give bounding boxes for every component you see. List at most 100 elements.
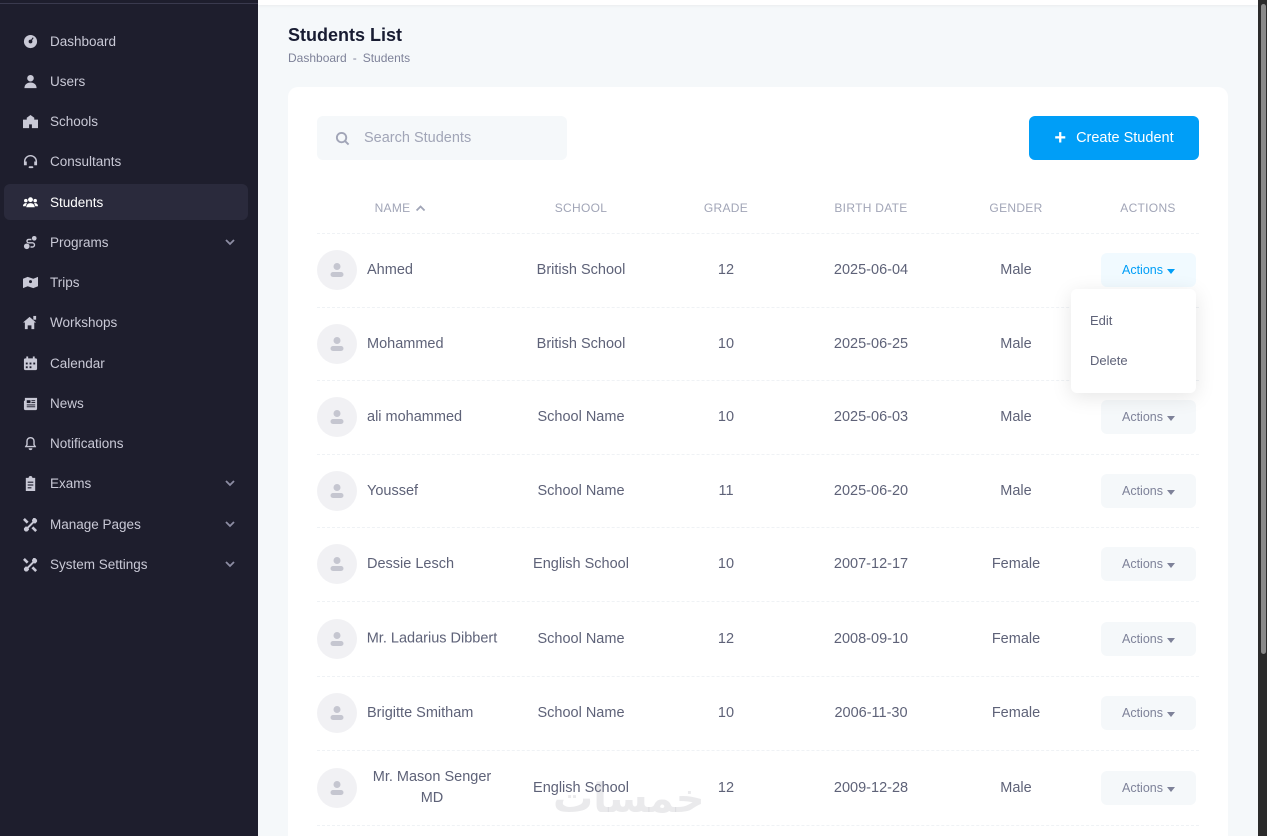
student-name[interactable]: Mohammed [367, 336, 444, 352]
breadcrumb-dashboard[interactable]: Dashboard [288, 51, 347, 65]
avatar [317, 397, 357, 437]
sidebar-item-manage-pages[interactable]: Manage Pages [4, 506, 248, 542]
sidebar-item-workshops[interactable]: Workshops [4, 304, 248, 340]
user-icon [22, 73, 38, 89]
avatar [317, 471, 357, 511]
student-grade: 10 [717, 409, 735, 425]
user-placeholder-icon [330, 781, 344, 795]
scrollbar[interactable] [1261, 4, 1266, 654]
header-bar [258, 0, 1258, 5]
sidebar-item-system-settings[interactable]: System Settings [4, 546, 248, 582]
user-placeholder-icon [330, 337, 344, 351]
column-header-actions: ACTIONS [1120, 201, 1176, 215]
actions-dropdown-menu: Edit Delete [1071, 289, 1196, 393]
sidebar-item-label: Manage Pages [50, 516, 141, 532]
sidebar-item-label: News [50, 395, 84, 411]
row-divider [317, 307, 1199, 308]
breadcrumb-separator: - [352, 51, 357, 65]
map-icon [22, 274, 38, 290]
student-name[interactable]: Brigitte Smitham [367, 705, 473, 721]
column-header-birth-date[interactable]: BIRTH DATE [834, 201, 907, 215]
menu-item-delete[interactable]: Delete [1090, 353, 1128, 368]
school-icon [22, 113, 38, 129]
actions-label: Actions [1122, 706, 1163, 720]
watermark: خمسات [553, 777, 705, 821]
actions-label: Actions [1122, 781, 1163, 795]
caret-down-icon [1167, 711, 1175, 717]
sidebar-item-trips[interactable]: Trips [4, 264, 248, 300]
student-gender: Female [991, 556, 1041, 572]
actions-button[interactable]: Actions [1101, 622, 1196, 656]
actions-button[interactable]: Actions [1101, 771, 1196, 805]
actions-button[interactable]: Actions [1101, 696, 1196, 730]
breadcrumb: Dashboard - Students [288, 51, 410, 65]
actions-label: Actions [1122, 263, 1163, 277]
sidebar-item-students[interactable]: Students [4, 184, 248, 220]
avatar [317, 619, 357, 659]
sidebar-item-notifications[interactable]: Notifications [4, 425, 248, 461]
chevron-down-icon[interactable] [224, 558, 236, 570]
student-gender: Male [1000, 262, 1032, 278]
student-name[interactable]: Mr. Ladarius Dibbert [362, 629, 502, 650]
sidebar-item-schools[interactable]: Schools [4, 103, 248, 139]
actions-label: Actions [1122, 557, 1163, 571]
user-placeholder-icon [330, 706, 344, 720]
student-birth-date: 2007-12-17 [833, 556, 909, 572]
sidebar-item-users[interactable]: Users [4, 63, 248, 99]
avatar [317, 544, 357, 584]
chevron-down-icon[interactable] [224, 477, 236, 489]
menu-item-edit[interactable]: Edit [1090, 313, 1112, 328]
user-placeholder-icon [330, 484, 344, 498]
actions-button[interactable]: Actions [1101, 474, 1196, 508]
plus-icon: + [1054, 127, 1067, 149]
sidebar-item-consultants[interactable]: Consultants [4, 143, 248, 179]
student-name[interactable]: ali mohammed [367, 409, 462, 425]
student-gender: Female [991, 631, 1041, 647]
students-card [288, 87, 1228, 836]
avatar [317, 250, 357, 290]
programs-icon [22, 234, 38, 250]
student-name[interactable]: Dessie Lesch [367, 556, 454, 572]
student-name[interactable]: Youssef [367, 483, 418, 499]
sidebar-item-news[interactable]: News [4, 385, 248, 421]
caret-down-icon [1167, 562, 1175, 568]
sidebar-item-exams[interactable]: Exams [4, 465, 248, 501]
column-header-grade[interactable]: GRADE [704, 201, 748, 215]
row-divider [317, 750, 1199, 751]
sidebar-divider [0, 3, 258, 4]
column-header-name[interactable]: NAME [375, 201, 426, 215]
student-grade: 12 [717, 631, 735, 647]
column-header-school[interactable]: SCHOOL [555, 201, 607, 215]
student-birth-date: 2025-06-03 [833, 409, 909, 425]
headset-icon [22, 153, 38, 169]
student-birth-date: 2025-06-20 [833, 483, 909, 499]
user-placeholder-icon [330, 263, 344, 277]
search-box[interactable] [317, 116, 567, 160]
create-student-button[interactable]: + Create Student [1029, 116, 1199, 160]
sidebar-item-label: Programs [50, 234, 109, 250]
caret-down-icon [1167, 415, 1175, 421]
search-input[interactable] [364, 130, 554, 146]
user-placeholder-icon [330, 557, 344, 571]
sidebar-item-label: Dashboard [50, 33, 117, 49]
sidebar-item-label: Workshops [50, 314, 118, 330]
student-gender: Male [1000, 780, 1032, 796]
sidebar-item-calendar[interactable]: Calendar [4, 345, 248, 381]
student-school: British School [536, 262, 626, 278]
student-school: School Name [537, 705, 625, 721]
actions-button[interactable]: Actions [1101, 547, 1196, 581]
sidebar-item-dashboard[interactable]: Dashboard [4, 23, 248, 59]
student-gender: Male [1000, 336, 1032, 352]
chevron-down-icon[interactable] [224, 518, 236, 530]
actions-button[interactable]: Actions [1101, 253, 1196, 287]
row-divider [317, 676, 1199, 677]
dashboard-icon [22, 33, 38, 49]
actions-button[interactable]: Actions [1101, 400, 1196, 434]
student-school: English School [533, 556, 629, 572]
chevron-down-icon[interactable] [224, 236, 236, 248]
student-name[interactable]: Ahmed [367, 262, 413, 278]
sidebar-item-programs[interactable]: Programs [4, 224, 248, 260]
student-grade: 11 [718, 483, 734, 499]
column-header-gender[interactable]: GENDER [989, 201, 1042, 215]
student-name[interactable]: Mr. Mason Senger MD [362, 767, 502, 809]
